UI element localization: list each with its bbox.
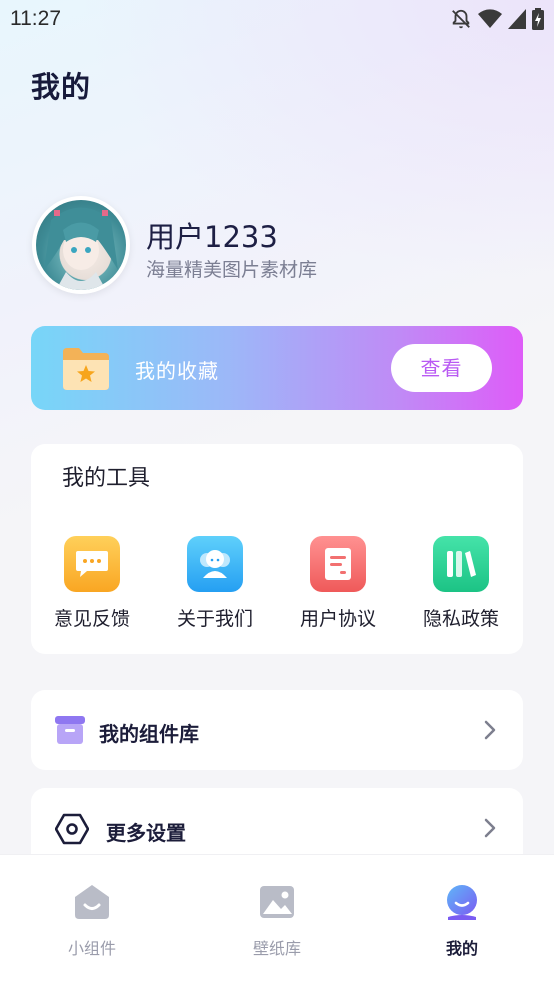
status-bar: 11:27 [0, 0, 554, 38]
feedback-chat-icon [64, 536, 120, 592]
folder-star-icon [63, 348, 109, 390]
username: 用户1233 [146, 220, 278, 254]
menu-row-label: 我的组件库 [99, 722, 199, 746]
chevron-right-icon [484, 818, 496, 838]
wifi-icon [478, 9, 502, 28]
tools-title: 我的工具 [62, 466, 151, 491]
nav-item-profile[interactable]: 我的 [407, 883, 517, 959]
avatar[interactable] [32, 196, 130, 294]
privacy-books-icon [433, 536, 489, 592]
nav-label: 我的 [445, 939, 478, 958]
tool-label: 关于我们 [176, 608, 253, 630]
tools-card: 我的工具 意见反馈 关于我们 用户协议 隐私政策 [31, 444, 523, 654]
signal-icon [508, 9, 526, 29]
tool-feedback[interactable]: 意见反馈 [37, 536, 147, 631]
profile-face-icon [447, 885, 477, 920]
favorites-label: 我的收藏 [135, 359, 219, 383]
view-favorites-button[interactable]: 查看 [391, 344, 492, 392]
tool-privacy-policy[interactable]: 隐私政策 [406, 536, 516, 631]
bottom-nav: 小组件 壁纸库 我的 [0, 854, 554, 985]
tool-label: 隐私政策 [422, 608, 499, 630]
agreement-document-icon [310, 536, 366, 592]
widget-box-icon [55, 716, 85, 744]
home-widget-icon [75, 885, 109, 919]
chevron-right-icon [484, 720, 496, 740]
about-people-icon [187, 536, 243, 592]
favorites-banner[interactable]: 我的收藏 查看 [31, 326, 523, 410]
notifications-off-icon [452, 9, 470, 29]
tool-about-us[interactable]: 关于我们 [160, 536, 270, 631]
nav-item-widgets[interactable]: 小组件 [37, 883, 147, 959]
tool-label: 用户协议 [299, 608, 376, 630]
nav-item-wallpapers[interactable]: 壁纸库 [222, 883, 332, 959]
settings-hexagon-icon [55, 813, 89, 845]
page-title: 我的 [31, 70, 92, 104]
menu-row-more-settings[interactable]: 更多设置 [31, 788, 523, 858]
battery-charging-icon [532, 8, 544, 30]
status-time: 11:27 [10, 7, 61, 30]
user-subtitle: 海量精美图片素材库 [146, 259, 318, 281]
status-icons [450, 7, 544, 31]
nav-label: 小组件 [67, 939, 116, 958]
nav-label: 壁纸库 [252, 939, 301, 958]
tool-label: 意见反馈 [53, 608, 130, 630]
menu-row-label: 更多设置 [106, 821, 186, 845]
wallpaper-image-icon [260, 886, 294, 918]
anime-avatar-image [36, 200, 126, 290]
menu-row-widget-library[interactable]: 我的组件库 [31, 690, 523, 770]
tool-user-agreement[interactable]: 用户协议 [283, 536, 393, 631]
